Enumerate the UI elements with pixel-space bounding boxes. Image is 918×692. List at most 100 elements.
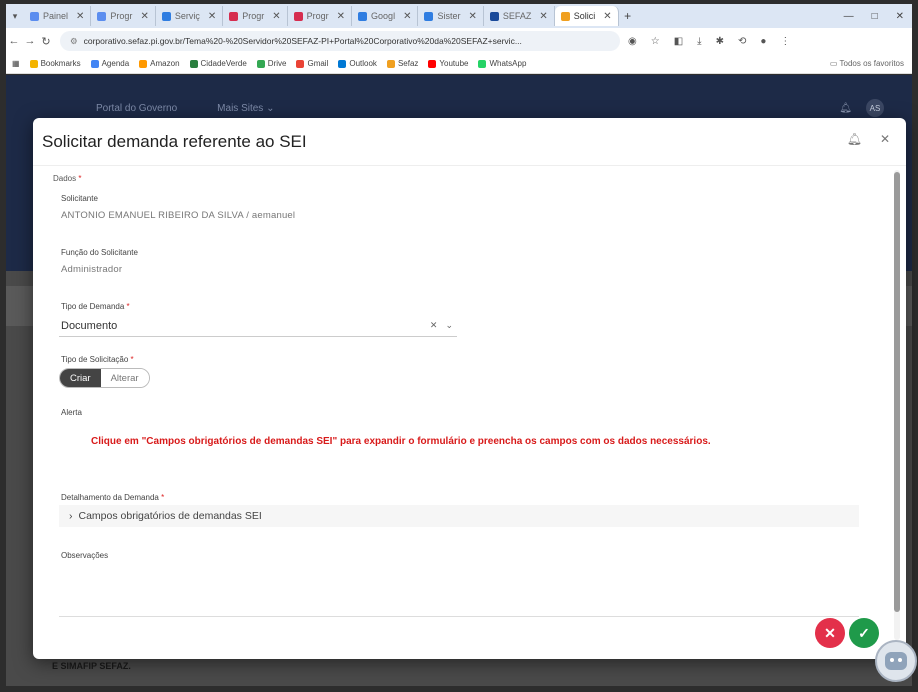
tab-favicon-icon [161,11,171,21]
site-info-icon[interactable]: ⚙ [70,36,78,47]
tab-search-icon[interactable]: ▾ [6,11,24,22]
alert-label: Alerta [61,408,82,417]
bookmark-item[interactable]: Drive [256,59,286,68]
tab-close-icon[interactable]: ✕ [76,11,84,22]
requester-value: ANTONIO EMANUEL RIBEIRO DA SILVA / aeman… [61,210,296,221]
browser-tab[interactable]: SEFAZ ✕ [484,6,555,26]
cancel-button[interactable]: ✕ [815,618,845,648]
modal-title: Solicitar demanda referente ao SEI [42,131,307,151]
tab-close-icon[interactable]: ✕ [468,11,476,22]
bookmark-label: WhatsApp [489,59,527,68]
tab-close-icon[interactable]: ✕ [272,11,280,22]
bookmark-item[interactable]: WhatsApp [478,59,526,68]
required-mark: * [161,493,165,502]
tab-close-icon[interactable]: ✕ [208,11,216,22]
required-fields-accordion[interactable]: › Campos obrigatórios de demandas SEI [59,505,859,527]
puzzle-icon[interactable]: ✱ [716,36,724,47]
bookmark-label: Outlook [349,59,377,68]
portal-nav: Portal do Governo Mais Sites ⌄ [96,103,274,114]
modal-scroll-thumb[interactable] [894,172,900,612]
close-icon[interactable]: ✕ [880,132,890,146]
close-window-icon[interactable]: ✕ [896,11,904,22]
browser-tab[interactable]: Progr ✕ [91,6,156,26]
menu-icon[interactable]: ⋮ [780,36,790,47]
extensions-icon[interactable]: ◧ [674,36,683,47]
modal-header: Solicitar demanda referente ao SEI 🔔︎ ✕ [33,118,906,166]
tab-favicon-icon [229,11,239,21]
browser-tab[interactable]: Sister ✕ [418,6,484,26]
demand-type-select[interactable]: Documento ✕ ⌄ [59,315,457,337]
tab-close-icon[interactable]: ✕ [140,11,148,22]
bookmark-favicon-icon [90,59,99,68]
section-title-text: Dados [53,174,77,183]
history-icon[interactable]: ⟲ [738,36,746,47]
confirm-button[interactable]: ✓ [849,618,879,648]
portal-nav-mais-sites[interactable]: Mais Sites ⌄ [217,103,274,114]
back-icon[interactable]: ← [6,35,22,47]
bookmark-star-icon[interactable]: ☆ [651,36,660,47]
bookmark-item[interactable]: CidadeVerde [189,59,247,68]
profile-icon[interactable]: ● [760,36,766,47]
bookmark-item[interactable]: Outlook [338,59,377,68]
bookmark-label: CidadeVerde [200,59,247,68]
reload-icon[interactable]: ↻ [38,35,54,48]
bookmark-favicon-icon [29,59,38,68]
tab-close-icon[interactable]: ✕ [337,11,345,22]
request-type-label-text: Tipo de Solicitação [61,355,129,364]
tab-title: Progr [110,11,133,21]
clear-icon[interactable]: ✕ [430,320,438,331]
browser-tab[interactable]: Serviç ✕ [156,6,224,26]
tab-close-icon[interactable]: ✕ [539,11,547,22]
chevron-down-icon[interactable]: ⌄ [445,320,453,331]
section-title-dados: Dados * [53,174,81,183]
role-label: Função do Solicitante [61,248,138,257]
chevron-down-icon: ⌄ [266,103,275,114]
browser-tab[interactable]: Progr ✕ [223,6,288,26]
notification-bell-icon[interactable]: 🔔︎ [839,103,852,114]
bookmark-item[interactable]: Amazon [139,59,180,68]
browser-tab[interactable]: Progr ✕ [288,6,353,26]
new-tab-button[interactable]: + [619,9,637,23]
tab-favicon-icon [293,11,303,21]
tab-favicon-icon [97,11,107,21]
tab-close-icon[interactable]: ✕ [603,11,611,22]
bookmark-item[interactable]: Bookmarks [29,59,81,68]
all-bookmarks-label: Todos os favoritos [839,59,904,68]
bookmark-item[interactable]: Agenda [90,59,129,68]
tab-title: Solici [573,11,596,21]
demand-type-value: Documento [61,319,118,332]
bookmark-label: Gmail [307,59,329,68]
bookmark-item[interactable]: Sefaz [386,59,419,68]
translate-icon[interactable]: ◉ [628,36,637,47]
request-type-criar[interactable]: Criar [60,369,101,387]
url-field[interactable]: ⚙ corporativo.sefaz.pi.gov.br/Tema%20-%2… [60,31,620,51]
bookmark-favicon-icon [338,59,347,68]
modal-notification-icon[interactable]: 🔔︎ [847,132,862,146]
minimize-icon[interactable]: — [844,11,854,22]
all-bookmarks-folder[interactable]: ▭ Todos os favoritos [830,59,912,68]
modal-footer-divider [59,616,859,617]
browser-tab[interactable]: Solici ✕ [554,6,619,26]
request-type-alterar[interactable]: Alterar [100,369,149,387]
avatar[interactable]: AS [866,99,884,117]
tab-close-icon[interactable]: ✕ [403,11,411,22]
bookmark-item[interactable]: Youtube [428,59,468,68]
download-icon[interactable]: ⤓ [697,36,701,47]
chatbot-button[interactable] [875,640,917,682]
apps-icon[interactable]: ▦ [12,59,20,68]
bookmark-label: Sefaz [397,59,419,68]
tab-favicon-icon [424,11,434,21]
forward-icon[interactable]: → [22,35,38,47]
modal-header-actions: 🔔︎ ✕ [847,132,890,146]
demand-type-label-text: Tipo de Demanda [61,302,125,311]
portal-nav-governo[interactable]: Portal do Governo [96,103,177,114]
bookmark-item[interactable]: Gmail [296,59,328,68]
bookmark-favicon-icon [478,59,487,68]
tab-title: Progr [242,11,265,21]
notes-label: Observações [61,551,109,560]
tab-favicon-icon [358,11,368,21]
browser-tab[interactable]: Googl ✕ [352,6,419,26]
maximize-icon[interactable]: □ [872,11,878,22]
modal-scrollbar[interactable] [894,170,900,640]
browser-tab[interactable]: Painel ✕ [24,6,92,26]
